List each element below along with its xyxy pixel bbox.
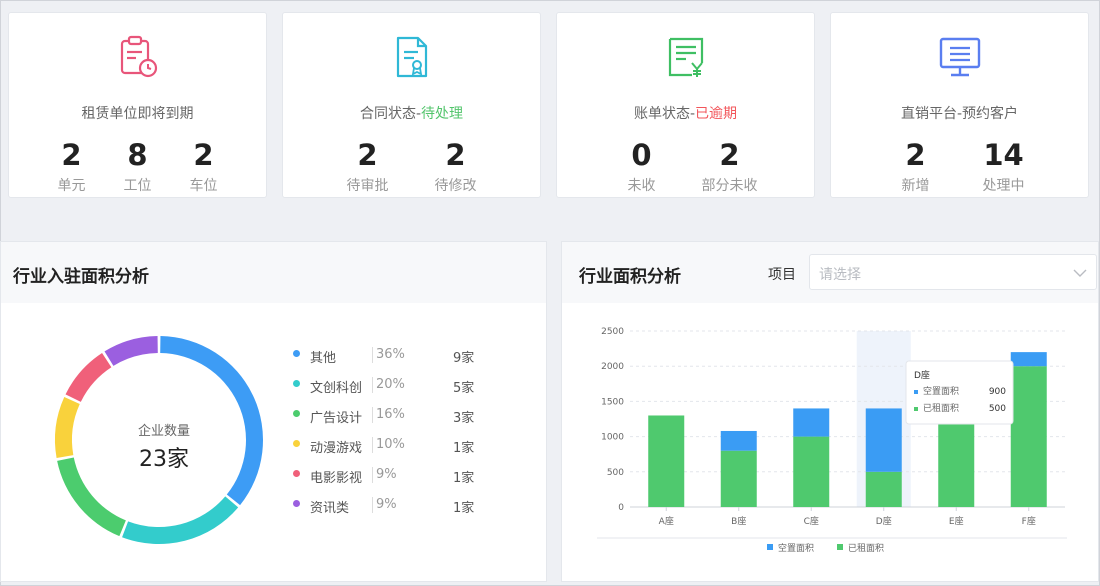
- bar-vacant[interactable]: [793, 408, 830, 437]
- bar-rented[interactable]: [720, 450, 757, 507]
- y-tick-label: 2500: [601, 327, 624, 337]
- tooltip-name: 已租面积: [923, 402, 959, 414]
- y-tick-label: 0: [618, 503, 624, 513]
- tooltip-dot: [914, 407, 918, 411]
- bar-rented[interactable]: [648, 415, 685, 507]
- bar-legend-label[interactable]: 已租面积: [848, 542, 884, 554]
- x-tick-label: F座: [1022, 515, 1036, 527]
- bar-vacant[interactable]: [1010, 352, 1047, 367]
- area-bar-chart: 05001000150020002500A座 B座 C座 D座 E座 F座空置面积 已租面积…: [597, 327, 1067, 554]
- y-tick-label: 2000: [601, 362, 624, 372]
- tooltip-value: 900: [989, 387, 1006, 397]
- bar-rented[interactable]: [1010, 366, 1047, 507]
- y-tick-label: 500: [607, 468, 624, 478]
- y-tick-label: 1500: [601, 397, 624, 407]
- bar-legend-swatch: [837, 544, 843, 550]
- bar-legend-swatch: [767, 544, 773, 550]
- x-tick-label: D座: [876, 515, 892, 527]
- tooltip-dot: [914, 390, 918, 394]
- x-tick-label: C座: [804, 515, 819, 527]
- x-tick-label: B座: [731, 515, 746, 527]
- tooltip-title: D座: [914, 369, 930, 381]
- tooltip-value: 500: [989, 404, 1006, 414]
- bar-legend-label[interactable]: 空置面积: [778, 542, 814, 554]
- bar-rented[interactable]: [865, 471, 902, 507]
- bar-vacant[interactable]: [865, 408, 902, 472]
- tooltip-name: 空置面积: [923, 385, 959, 397]
- bar-vacant[interactable]: [720, 430, 757, 451]
- x-tick-label: A座: [659, 515, 674, 527]
- bar-rented[interactable]: [793, 436, 830, 507]
- y-tick-label: 1000: [601, 433, 624, 443]
- x-tick-label: E座: [949, 515, 964, 527]
